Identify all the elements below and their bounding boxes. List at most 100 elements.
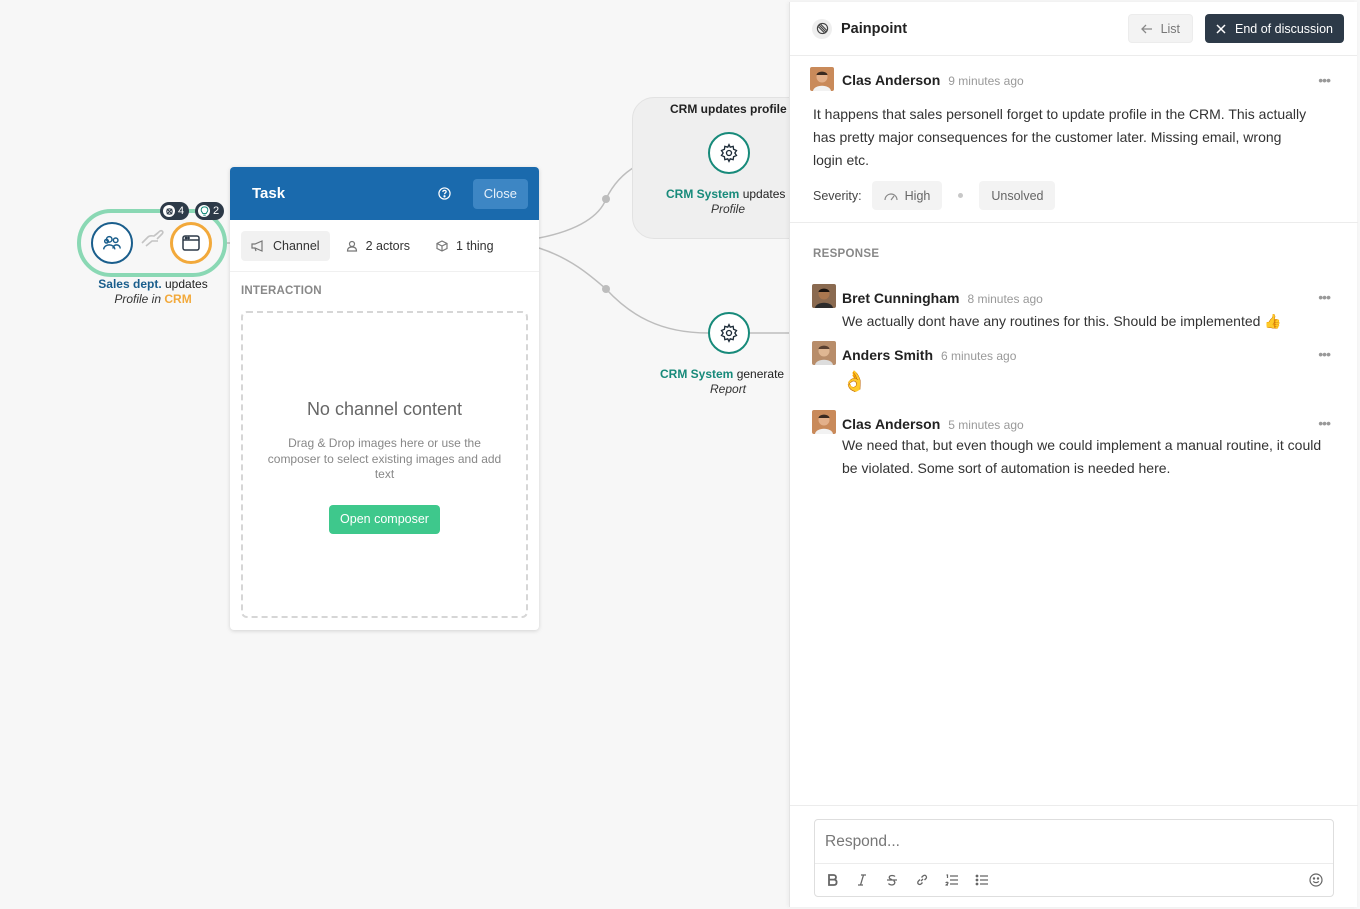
gear-icon: [720, 143, 738, 163]
task-header: Task Close: [230, 167, 539, 220]
severity-value: High: [904, 188, 931, 203]
list-button[interactable]: List: [1127, 14, 1194, 43]
painpoint-icon: [812, 18, 832, 39]
avatar: [810, 67, 834, 91]
comment-time: 5 minutes ago: [948, 418, 1024, 432]
label-verb: generate: [736, 367, 785, 381]
tab-things[interactable]: 1 thing: [426, 231, 504, 261]
node-report-label: CRM System generate Report: [660, 367, 795, 397]
label-verb: updates: [742, 187, 786, 201]
comment-text: We need that, but even though we could i…: [842, 437, 1322, 476]
empty-state-title: No channel content: [306, 399, 463, 419]
divider: [790, 222, 1358, 223]
label-object: Report: [710, 382, 747, 396]
comment-text: We actually dont have any routines for t…: [842, 313, 1282, 329]
gauge-icon: [884, 192, 898, 200]
user-icon: [346, 240, 357, 252]
connector-handle[interactable]: [602, 285, 610, 293]
avatar: [812, 341, 836, 365]
status-value: Unsolved: [991, 188, 1044, 203]
bullet-list-icon[interactable]: [974, 872, 990, 888]
empty-state-text: Drag & Drop images here or use the compo…: [267, 436, 502, 481]
more-options-icon[interactable]: •••: [1318, 72, 1331, 88]
channel-dropzone[interactable]: No channel content Drag & Drop images he…: [241, 311, 528, 618]
actor-sales-dept[interactable]: [91, 222, 133, 264]
connector-to-report: [538, 247, 709, 334]
response-item: Clas Anderson 5 minutes ago ••• We need t…: [790, 410, 1358, 490]
ordered-list-icon[interactable]: [944, 872, 960, 888]
panel-title: Painpoint: [841, 20, 908, 37]
task-title: Task: [252, 185, 286, 202]
browser-window-icon: [182, 235, 200, 251]
tab-label: Channel: [273, 238, 320, 253]
connector-handle[interactable]: [602, 195, 610, 203]
label-subject: CRM System: [666, 187, 740, 201]
help-icon[interactable]: [437, 186, 453, 202]
strikethrough-icon[interactable]: [884, 872, 900, 888]
severity-chip[interactable]: High: [871, 181, 943, 210]
label-verb: updates: [165, 277, 208, 291]
megaphone-icon: [251, 239, 263, 252]
painpoint-count: 4: [178, 205, 185, 217]
node-crm-generate[interactable]: [708, 312, 750, 354]
more-options-icon[interactable]: •••: [1318, 289, 1331, 305]
response-item: Anders Smith 6 minutes ago ••• 👌: [790, 341, 1358, 401]
close-icon: [1216, 23, 1226, 34]
comment-author: Clas Anderson: [842, 416, 941, 432]
hand-icon: [140, 227, 166, 254]
actor-node-label: Sales dept. updates Profile in CRM: [94, 277, 212, 307]
task-tabs: Channel 2 actors 1 thing: [230, 220, 539, 272]
more-options-icon[interactable]: •••: [1318, 346, 1331, 362]
panel-header: Painpoint List End of discussion: [790, 2, 1357, 56]
open-composer-button[interactable]: Open composer: [329, 504, 440, 534]
divider: [790, 805, 1358, 806]
task-close-button[interactable]: Close: [472, 178, 528, 209]
avatar: [812, 284, 836, 308]
label-object: Profile: [711, 202, 746, 216]
respond-input[interactable]: [815, 820, 1333, 864]
lightbulb-icon: [198, 205, 210, 217]
painpoint-count-badge[interactable]: 4: [160, 202, 190, 220]
tab-actors[interactable]: 2 actors: [336, 231, 420, 261]
comment-author: Anders Smith: [842, 347, 934, 363]
tab-label: 2 actors: [365, 238, 411, 253]
bold-icon[interactable]: [824, 872, 840, 888]
label-object: Profile: [114, 292, 149, 306]
link-icon[interactable]: [914, 872, 930, 888]
severity-row: Severity: High Unsolved: [813, 181, 1056, 210]
response-composer: [814, 819, 1334, 897]
severity-label: Severity:: [813, 188, 862, 203]
end-discussion-button[interactable]: End of discussion: [1205, 14, 1344, 43]
painpoint-panel: Painpoint List End of discussion Clas An…: [789, 2, 1358, 907]
comment-text: It happens that sales personell forget t…: [813, 106, 1307, 168]
response-item: Bret Cunningham 8 minutes ago ••• We actu…: [790, 284, 1358, 334]
tab-channel[interactable]: Channel: [241, 230, 330, 261]
label-in: in: [151, 292, 162, 306]
emoji-icon[interactable]: [1308, 872, 1324, 888]
node-crm-updates[interactable]: [708, 132, 750, 174]
gear-icon: [720, 323, 738, 343]
node-update-label: CRM System updates Profile: [666, 187, 796, 217]
italic-icon[interactable]: [854, 872, 870, 888]
interaction-section-label: INTERACTION: [241, 285, 322, 297]
comment-time: 8 minutes ago: [967, 292, 1043, 306]
label-system: CRM: [164, 292, 192, 306]
main-comment: Clas Anderson 9 minutes ago ••• It happen…: [790, 56, 1358, 222]
response-section-label: RESPONSE: [813, 248, 880, 260]
composer-toolbar: [815, 864, 1333, 896]
idea-count-badge[interactable]: 2: [195, 202, 225, 220]
avatar: [812, 410, 836, 434]
system-crm[interactable]: [170, 222, 212, 264]
comment-author: Clas Anderson: [842, 72, 941, 88]
group-title: CRM updates profile: [670, 102, 787, 116]
status-chip[interactable]: Unsolved: [979, 181, 1056, 210]
end-discussion-label: End of discussion: [1235, 21, 1333, 36]
users-icon: [103, 235, 121, 250]
arrow-left-icon: [1140, 24, 1152, 33]
more-options-icon[interactable]: •••: [1318, 415, 1331, 431]
idea-count: 2: [213, 205, 220, 217]
label-subject: CRM System: [660, 367, 734, 381]
box-icon: [436, 239, 448, 252]
comment-text: 👌: [842, 371, 867, 393]
comment-author: Bret Cunningham: [842, 290, 960, 306]
